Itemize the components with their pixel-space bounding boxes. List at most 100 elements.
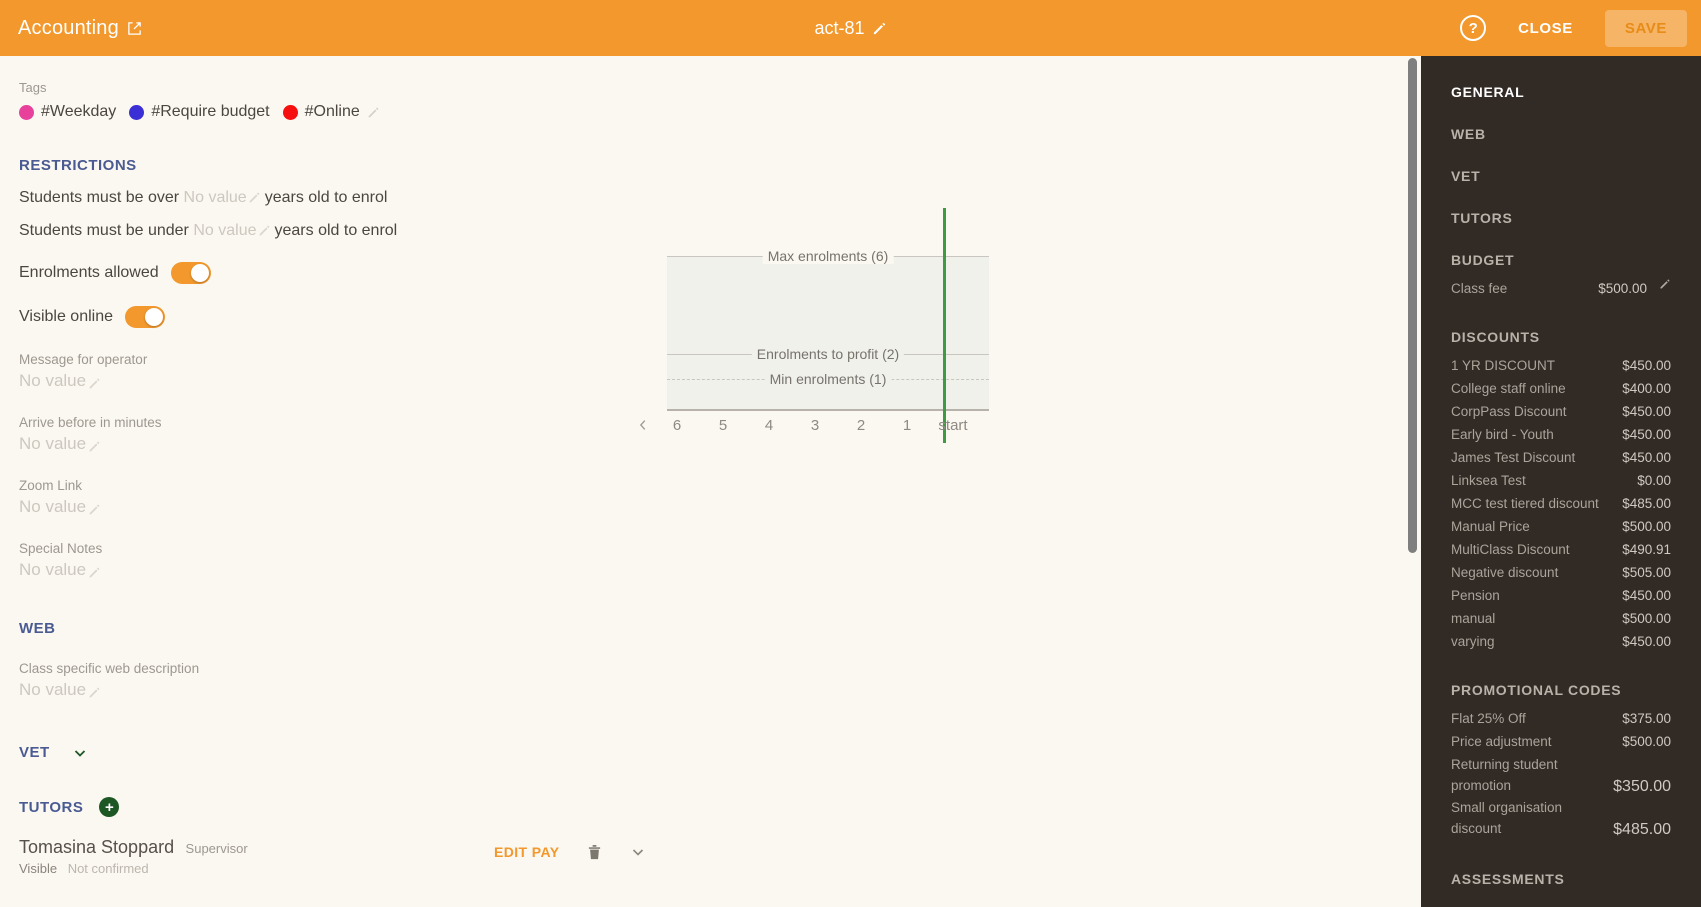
list-item[interactable]: Pension $450.00 — [1451, 585, 1671, 606]
edit-pay-button[interactable]: EDIT PAY — [494, 844, 559, 860]
field-value: No value — [19, 434, 87, 453]
tag-label[interactable]: #Require budget — [151, 103, 269, 121]
sidebar-item-web[interactable]: WEB — [1451, 126, 1671, 142]
field-value-group[interactable]: No value — [19, 497, 659, 517]
add-tutor-button[interactable]: + — [99, 797, 120, 817]
sidebar-assessments-heading[interactable]: ASSESSMENTS — [1451, 871, 1671, 887]
sidebar-item-vet[interactable]: VET — [1451, 168, 1671, 184]
class-fee-value: $500.00 — [1598, 281, 1647, 296]
discount-name: James Test Discount — [1451, 450, 1576, 465]
tag-label[interactable]: #Weekday — [41, 103, 116, 121]
edit-pencil-icon[interactable] — [88, 503, 101, 516]
list-item[interactable]: 1 YR DISCOUNT $450.00 — [1451, 355, 1671, 376]
edit-pencil-icon[interactable] — [88, 440, 101, 453]
list-item[interactable]: Class fee $500.00 — [1451, 278, 1671, 299]
chevron-down-icon[interactable] — [630, 844, 646, 860]
chevron-left-icon[interactable] — [636, 418, 650, 432]
field-label: Class specific web description — [19, 661, 200, 676]
field-special-notes: Special Notes No value — [19, 541, 659, 580]
chart-reference-label-profit: Enrolments to profit (2) — [751, 346, 905, 362]
list-item[interactable]: James Test Discount $450.00 — [1451, 447, 1671, 468]
enrolments-allowed-toggle[interactable] — [170, 262, 211, 284]
discount-name: MultiClass Discount — [1451, 542, 1570, 557]
field-value-group[interactable]: No value — [19, 560, 659, 580]
edit-pencil-icon[interactable] — [248, 191, 261, 204]
list-item[interactable]: varying $450.00 — [1451, 631, 1671, 652]
discount-name: Early bird - Youth — [1451, 427, 1554, 442]
discount-amount: $485.00 — [1622, 496, 1671, 511]
restriction-over-row: Students must be over No value years old … — [19, 189, 659, 207]
discount-name: MCC test tiered discount — [1451, 496, 1599, 511]
main-scrollbar-track[interactable] — [1408, 58, 1417, 907]
tags-label: Tags — [19, 80, 47, 95]
visible-online-toggle[interactable] — [125, 306, 165, 328]
sidebar-item-general[interactable]: GENERAL — [1451, 84, 1671, 100]
tutor-name[interactable]: Tomasina Stoppard — [19, 837, 174, 857]
main-scrollbar-thumb[interactable] — [1408, 58, 1417, 553]
promo-amount: $375.00 — [1622, 711, 1671, 726]
edit-pencil-icon[interactable] — [88, 686, 101, 699]
discount-amount: $505.00 — [1622, 565, 1671, 580]
right-panel-inner: GENERAL WEB VET TUTORS BUDGET Class fee … — [1421, 56, 1701, 907]
list-item[interactable]: Negative discount $505.00 — [1451, 562, 1671, 583]
restriction-under-value[interactable]: No value — [193, 222, 256, 240]
save-button[interactable]: SAVE — [1604, 9, 1687, 47]
pencil-icon[interactable] — [1659, 278, 1671, 290]
edit-pencil-icon[interactable] — [88, 566, 101, 579]
tutors-section-header: TUTORS + — [19, 797, 659, 817]
restriction-under-prefix: Students must be under — [19, 222, 189, 239]
x-axis-tick: 2 — [856, 416, 866, 434]
promo-name: Small organisation discount — [1451, 800, 1563, 836]
list-item[interactable]: Flat 25% Off $375.00 — [1451, 708, 1671, 729]
discount-name: 1 YR DISCOUNT — [1451, 358, 1556, 373]
field-label: Special Notes — [19, 541, 103, 556]
edit-pencil-icon[interactable] — [88, 377, 101, 390]
edit-pencil-icon[interactable] — [258, 224, 271, 237]
close-button[interactable]: CLOSE — [1512, 12, 1579, 45]
list-item[interactable]: manual $500.00 — [1451, 608, 1671, 629]
sidebar-budget-heading[interactable]: BUDGET — [1451, 252, 1671, 268]
chart-reference-label-max: Max enrolments (6) — [762, 248, 894, 264]
visible-online-row: Visible online — [19, 306, 659, 328]
chevron-down-icon[interactable] — [72, 745, 88, 761]
restriction-over-value[interactable]: No value — [184, 189, 247, 207]
discount-name: Pension — [1451, 588, 1500, 603]
edit-tags-pencil-icon[interactable] — [367, 106, 380, 119]
table-row: Tomasina Stoppard Supervisor Visible Not… — [19, 837, 659, 883]
chart-plot-area: Max enrolments (6) Enrolments to profit … — [667, 248, 989, 411]
list-item[interactable]: MultiClass Discount $490.91 — [1451, 539, 1671, 560]
list-item[interactable]: Early bird - Youth $450.00 — [1451, 424, 1671, 445]
help-icon[interactable]: ? — [1460, 15, 1487, 41]
sidebar-promotional-codes-heading: PROMOTIONAL CODES — [1451, 682, 1622, 698]
trash-icon[interactable] — [587, 843, 602, 861]
discount-name: CorpPass Discount — [1451, 404, 1567, 419]
list-item[interactable]: College staff online $400.00 — [1451, 378, 1671, 399]
tags-row: #Weekday #Require budget #Online — [19, 103, 659, 121]
promotional-codes-list: Flat 25% Off $375.00 Price adjustment $500… — [1451, 708, 1671, 839]
restriction-under-row: Students must be under No value years old… — [19, 222, 659, 240]
external-link-icon[interactable] — [127, 21, 142, 36]
app-title-group[interactable]: Accounting — [18, 17, 142, 40]
restriction-over-prefix: Students must be over — [19, 189, 180, 206]
tag-label[interactable]: #Online — [305, 103, 360, 121]
sidebar-item-tutors[interactable]: TUTORS — [1451, 210, 1671, 226]
field-value-group[interactable]: No value — [19, 371, 659, 391]
list-item[interactable]: Small organisation discount $485.00 — [1451, 797, 1671, 839]
field-value-group[interactable]: No value — [19, 434, 659, 454]
x-axis-tick: 6 — [672, 416, 682, 434]
list-item[interactable]: MCC test tiered discount $485.00 — [1451, 493, 1671, 514]
list-item[interactable]: Price adjustment $500.00 — [1451, 731, 1671, 752]
chart-reference-label-min: Min enrolments (1) — [764, 371, 892, 387]
visible-online-label: Visible online — [19, 308, 113, 325]
promo-amount: $500.00 — [1622, 734, 1671, 749]
field-value: No value — [19, 560, 87, 579]
field-value-group[interactable]: No value — [19, 680, 659, 700]
list-item[interactable]: Manual Price $500.00 — [1451, 516, 1671, 537]
x-axis-tick: 3 — [810, 416, 820, 434]
field-value: No value — [19, 371, 87, 390]
list-item[interactable]: CorpPass Discount $450.00 — [1451, 401, 1671, 422]
list-item[interactable]: Returning student promotion $350.00 — [1451, 754, 1671, 796]
pencil-icon[interactable] — [872, 21, 887, 36]
list-item[interactable]: Linksea Test $0.00 — [1451, 470, 1671, 491]
discount-name: Negative discount — [1451, 565, 1559, 580]
